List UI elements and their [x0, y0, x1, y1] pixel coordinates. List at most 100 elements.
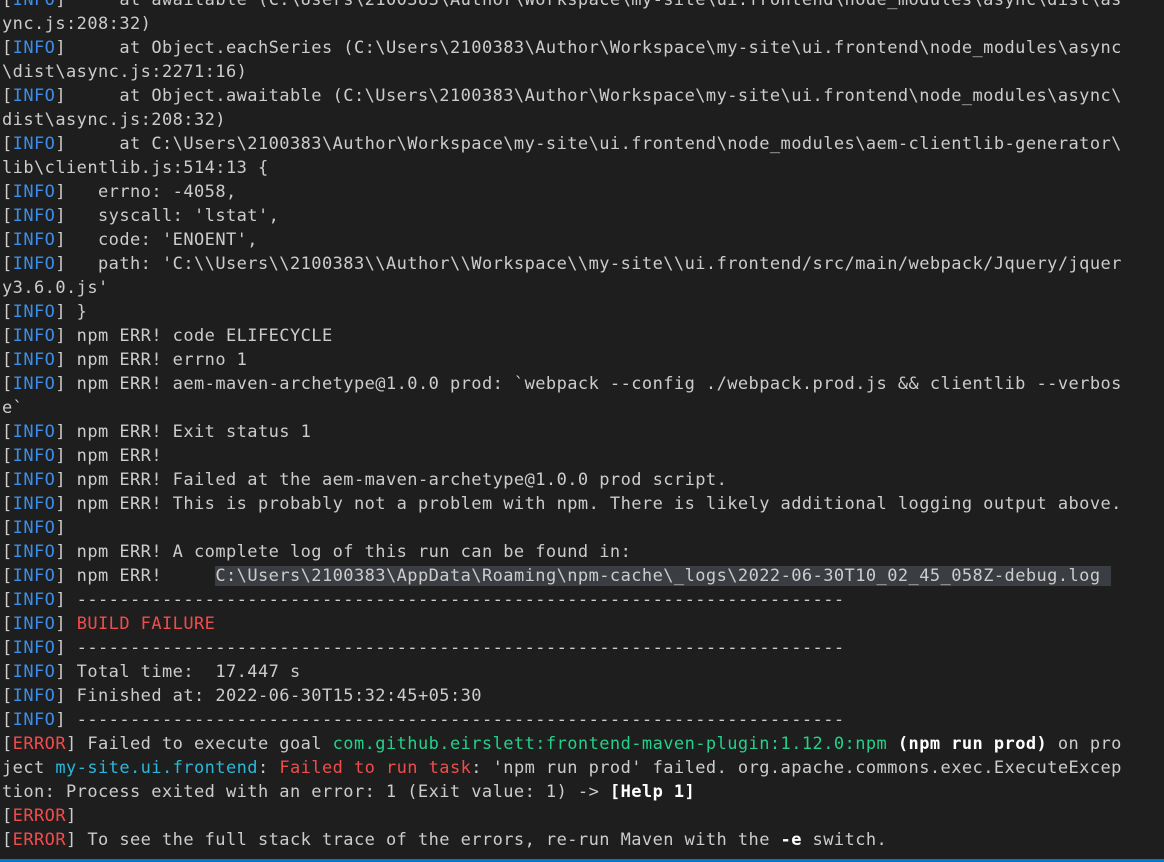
- log-level-info: INFO: [12, 446, 56, 466]
- line-text: ] npm ERR! Exit status 1: [55, 422, 312, 442]
- log-level-info: INFO: [12, 542, 56, 562]
- line-text: [: [2, 470, 13, 490]
- line-text: [: [2, 710, 13, 730]
- line-text: ] code: 'ENOENT',: [55, 230, 258, 250]
- line-text: [: [2, 38, 13, 58]
- line-text: [: [2, 542, 13, 562]
- line-text: ] at Object.eachSeries (C:\Users\2100383…: [55, 38, 1122, 58]
- line-text: switch.: [801, 830, 888, 850]
- terminal-line: \dist\async.js:2271:16): [2, 60, 1164, 84]
- log-level-info: INFO: [12, 710, 56, 730]
- line-text: ject: [2, 758, 56, 778]
- emphasis-text: -e: [780, 830, 802, 850]
- line-text: [: [2, 86, 13, 106]
- line-text: [: [2, 0, 13, 10]
- terminal-line: lib\clientlib.js:514:13 {: [2, 156, 1164, 180]
- terminal-line: [INFO] npm ERR! aem-maven-archetype@1.0.…: [2, 372, 1164, 396]
- line-text: [887, 734, 898, 754]
- line-text: [: [2, 806, 13, 826]
- line-text: ] --------------------------------------…: [55, 710, 845, 730]
- terminal-line: e`: [2, 396, 1164, 420]
- log-level-info: INFO: [12, 494, 56, 514]
- line-text: [: [2, 638, 13, 658]
- terminal-line: [INFO] npm ERR! Failed at the aem-maven-…: [2, 468, 1164, 492]
- terminal-line: dist\async.js:208:32): [2, 108, 1164, 132]
- line-text: ] syscall: 'lstat',: [55, 206, 280, 226]
- terminal-line: ync.js:208:32): [2, 12, 1164, 36]
- log-level-info: INFO: [12, 134, 56, 154]
- terminal-output[interactable]: [INFO] at awaitable (C:\Users\2100383\Au…: [0, 0, 1164, 862]
- line-text: ] Failed to execute goal: [66, 734, 333, 754]
- line-text: ] npm ERR! aem-maven-archetype@1.0.0 pro…: [55, 374, 1122, 394]
- log-level-error: ERROR: [12, 734, 66, 754]
- terminal-line: [INFO] ---------------------------------…: [2, 708, 1164, 732]
- terminal-line: ject my-site.ui.frontend: Failed to run …: [2, 756, 1164, 780]
- line-text: ] at C:\Users\2100383\Author\Workspace\m…: [55, 134, 1122, 154]
- terminal-line: tion: Process exited with an error: 1 (E…: [2, 780, 1164, 804]
- terminal-line: y3.6.0.js': [2, 276, 1164, 300]
- line-text: [: [2, 614, 13, 634]
- line-text: : 'npm run prod' failed. org.apache.comm…: [471, 758, 1122, 778]
- line-text: ] }: [55, 302, 88, 322]
- terminal-line: [INFO] ---------------------------------…: [2, 588, 1164, 612]
- line-text: ]: [66, 806, 77, 826]
- terminal-line: [INFO] npm ERR! errno 1: [2, 348, 1164, 372]
- selected-log-path: C:\Users\2100383\AppData\Roaming\npm-cac…: [215, 566, 1112, 586]
- terminal-line: [INFO] path: 'C:\\Users\\2100383\\Author…: [2, 252, 1164, 276]
- terminal-line: [INFO] npm ERR! This is probably not a p…: [2, 492, 1164, 516]
- line-text: [: [2, 182, 13, 202]
- terminal-line: [ERROR]: [2, 804, 1164, 828]
- log-level-info: INFO: [12, 590, 56, 610]
- terminal-line: [INFO] at Object.eachSeries (C:\Users\21…: [2, 36, 1164, 60]
- terminal-line: [INFO] npm ERR! A complete log of this r…: [2, 540, 1164, 564]
- line-text: [: [2, 350, 13, 370]
- log-level-info: INFO: [12, 374, 56, 394]
- line-text: [: [2, 374, 13, 394]
- terminal-line: [INFO] errno: -4058,: [2, 180, 1164, 204]
- terminal-line: [INFO] code: 'ENOENT',: [2, 228, 1164, 252]
- plugin-id: com.github.eirslett:frontend-maven-plugi…: [332, 734, 888, 754]
- line-text: [: [2, 590, 13, 610]
- terminal-line: [INFO] at awaitable (C:\Users\2100383\Au…: [2, 0, 1164, 12]
- line-text: ] npm ERR! code ELIFECYCLE: [55, 326, 333, 346]
- log-level-info: INFO: [12, 638, 56, 658]
- line-text: [: [2, 302, 13, 322]
- terminal-line: [INFO]: [2, 516, 1164, 540]
- log-level-info: INFO: [12, 326, 56, 346]
- terminal-line: [INFO] }: [2, 300, 1164, 324]
- line-text: ] errno: -4058,: [55, 182, 237, 202]
- terminal-line: [INFO] ---------------------------------…: [2, 636, 1164, 660]
- terminal-line: [INFO] npm ERR! Exit status 1: [2, 420, 1164, 444]
- log-level-info: INFO: [12, 182, 56, 202]
- terminal-line: [INFO] npm ERR! code ELIFECYCLE: [2, 324, 1164, 348]
- line-text: ] path: 'C:\\Users\\2100383\\Author\\Wor…: [55, 254, 1122, 274]
- line-text: [: [2, 494, 13, 514]
- line-text: ] npm ERR! This is probably not a proble…: [55, 494, 1122, 514]
- line-text: ] npm ERR!: [55, 446, 162, 466]
- line-text: [: [2, 734, 13, 754]
- terminal-line: [INFO] syscall: 'lstat',: [2, 204, 1164, 228]
- failure-text: BUILD FAILURE: [76, 614, 216, 634]
- emphasis-text: (npm run prod): [897, 734, 1048, 754]
- line-text: [: [2, 254, 13, 274]
- line-text: tion: Process exited with an error: 1 (E…: [2, 782, 610, 802]
- terminal-line: [INFO] npm ERR!: [2, 444, 1164, 468]
- log-level-info: INFO: [12, 206, 56, 226]
- log-level-info: INFO: [12, 566, 56, 586]
- terminal-line: [ERROR] To see the full stack trace of t…: [2, 828, 1164, 852]
- log-level-info: INFO: [12, 470, 56, 490]
- log-level-info: INFO: [12, 662, 56, 682]
- line-text: ] at awaitable (C:\Users\2100383\Author\…: [55, 0, 1122, 10]
- terminal-lines: [INFO] at awaitable (C:\Users\2100383\Au…: [2, 0, 1164, 852]
- line-text: [: [2, 230, 13, 250]
- line-text: [: [2, 518, 13, 538]
- terminal-line: [INFO] at Object.awaitable (C:\Users\210…: [2, 84, 1164, 108]
- line-text: ] Total time: 17.447 s: [55, 662, 301, 682]
- line-text: ] To see the full stack trace of the err…: [66, 830, 781, 850]
- line-text: [: [2, 446, 13, 466]
- emphasis-text: [Help 1]: [609, 782, 696, 802]
- line-text: dist\async.js:208:32): [2, 110, 226, 130]
- line-text: ]: [55, 614, 77, 634]
- terminal-line: [INFO] npm ERR! C:\Users\2100383\AppData…: [2, 564, 1164, 588]
- project-name: my-site.ui.frontend: [55, 758, 258, 778]
